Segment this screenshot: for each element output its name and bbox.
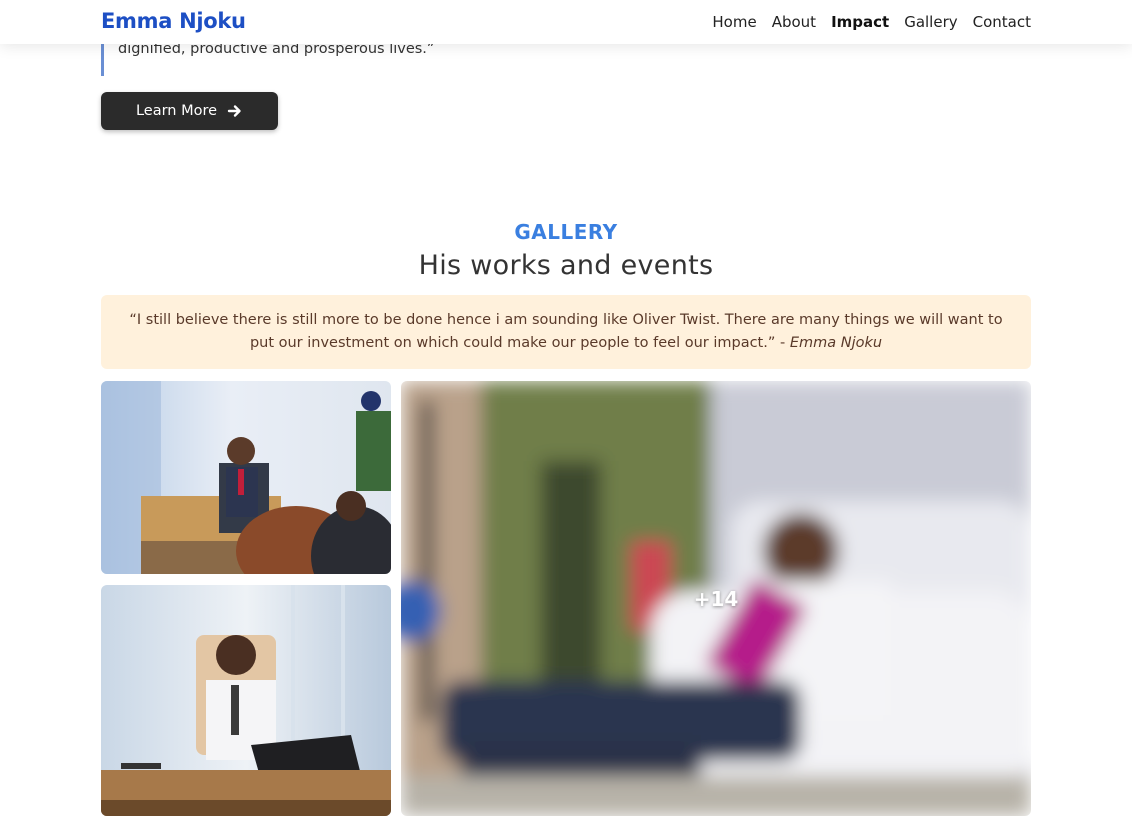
more-photos-count[interactable]: +14: [401, 381, 1031, 816]
navbar: Emma Njoku Home About Impact Gallery Con…: [0, 0, 1132, 44]
gallery-quote-author: Emma Njoku: [789, 335, 883, 351]
gallery-photo-desk[interactable]: [101, 585, 391, 816]
nav-home[interactable]: Home: [712, 13, 756, 31]
learn-more-button[interactable]: Learn More: [101, 92, 278, 130]
learn-more-label: Learn More: [135, 103, 218, 119]
gallery-photo-more[interactable]: +14: [401, 381, 1031, 816]
nav-gallery[interactable]: Gallery: [904, 13, 957, 31]
nav-about[interactable]: About: [772, 13, 816, 31]
section-label: GALLERY: [514, 220, 618, 244]
arrow-right-icon: [227, 103, 243, 119]
nav-impact[interactable]: Impact: [831, 13, 889, 31]
gallery-quote: “I still believe there is still more to …: [101, 295, 1031, 369]
gallery-photo-meeting[interactable]: [101, 381, 391, 574]
nav-links: Home About Impact Gallery Contact: [712, 13, 1031, 31]
brand-logo[interactable]: Emma Njoku: [101, 9, 246, 33]
nav-contact[interactable]: Contact: [973, 13, 1031, 31]
section-title: His works and events: [418, 250, 714, 281]
